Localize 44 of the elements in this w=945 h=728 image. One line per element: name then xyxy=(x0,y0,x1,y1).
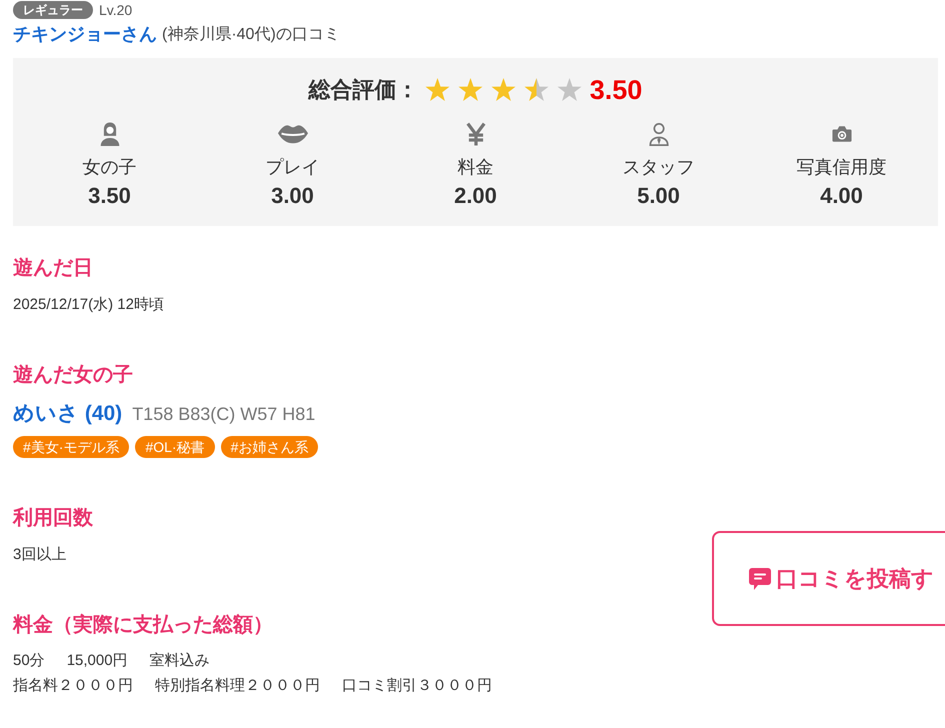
section-heading: 料金（実際に支払った総額） xyxy=(13,612,273,638)
star-icon xyxy=(556,78,582,102)
rank-badge: レギュラー xyxy=(13,1,93,19)
category-label: 女の子 xyxy=(82,156,136,179)
overall-score: 3.50 xyxy=(590,74,642,106)
star-icon xyxy=(458,78,483,102)
category-label: スタッフ xyxy=(622,156,694,179)
post-review-button[interactable]: 口コミを投稿す xyxy=(712,531,945,626)
section-heading: 遊んだ日 xyxy=(13,256,93,281)
category-label: 料金 xyxy=(458,156,494,179)
price-text: 指名料２０００円 xyxy=(13,676,133,696)
price-text: 特別指名料理２０００円 xyxy=(155,676,320,696)
woman-icon xyxy=(100,122,120,146)
lips-icon xyxy=(276,124,308,144)
girl-measurements: T158 B83(C) W57 H81 xyxy=(132,404,316,425)
chat-icon xyxy=(748,566,772,590)
price-text: 15,000円 xyxy=(66,651,128,671)
section-heading: 利用回数 xyxy=(13,506,93,531)
category-score: 2.00 xyxy=(454,182,497,210)
star-icon xyxy=(424,78,450,102)
star-icon xyxy=(490,78,516,102)
reviewer-info: (神奈川県·40代)の口コミ xyxy=(162,24,340,44)
star-icon xyxy=(524,78,549,102)
yen-icon xyxy=(466,122,486,146)
section-heading: 遊んだ女の子 xyxy=(13,363,133,388)
category-label: 写真信用度 xyxy=(796,156,886,179)
category-score: 5.00 xyxy=(637,182,680,210)
tag-chip[interactable]: #お姉さん系 xyxy=(220,436,318,458)
girl-name-link[interactable]: めいさ (40) xyxy=(13,399,122,429)
person-with-tie-icon xyxy=(648,122,668,146)
overall-label: 総合評価： xyxy=(308,76,419,104)
level-text: Lv.20 xyxy=(99,2,132,18)
reviewer-name[interactable]: チキンジョーさん xyxy=(13,22,157,46)
price-text: 室料込み xyxy=(150,651,210,671)
tag-chip[interactable]: #OL·秘書 xyxy=(135,436,215,458)
section-text: 3回以上 xyxy=(13,545,66,565)
category-label: プレイ xyxy=(266,156,320,179)
price-text: 口コミ割引３０００円 xyxy=(342,676,492,696)
section-text: 2025/12/17(水) 12時頃 xyxy=(13,295,164,315)
category-score: 3.00 xyxy=(271,182,314,210)
price-text: 50分 xyxy=(13,651,45,671)
category-score: 3.50 xyxy=(88,182,131,210)
category-score: 4.00 xyxy=(820,182,863,210)
tag-chip[interactable]: #美女·モデル系 xyxy=(13,436,130,458)
